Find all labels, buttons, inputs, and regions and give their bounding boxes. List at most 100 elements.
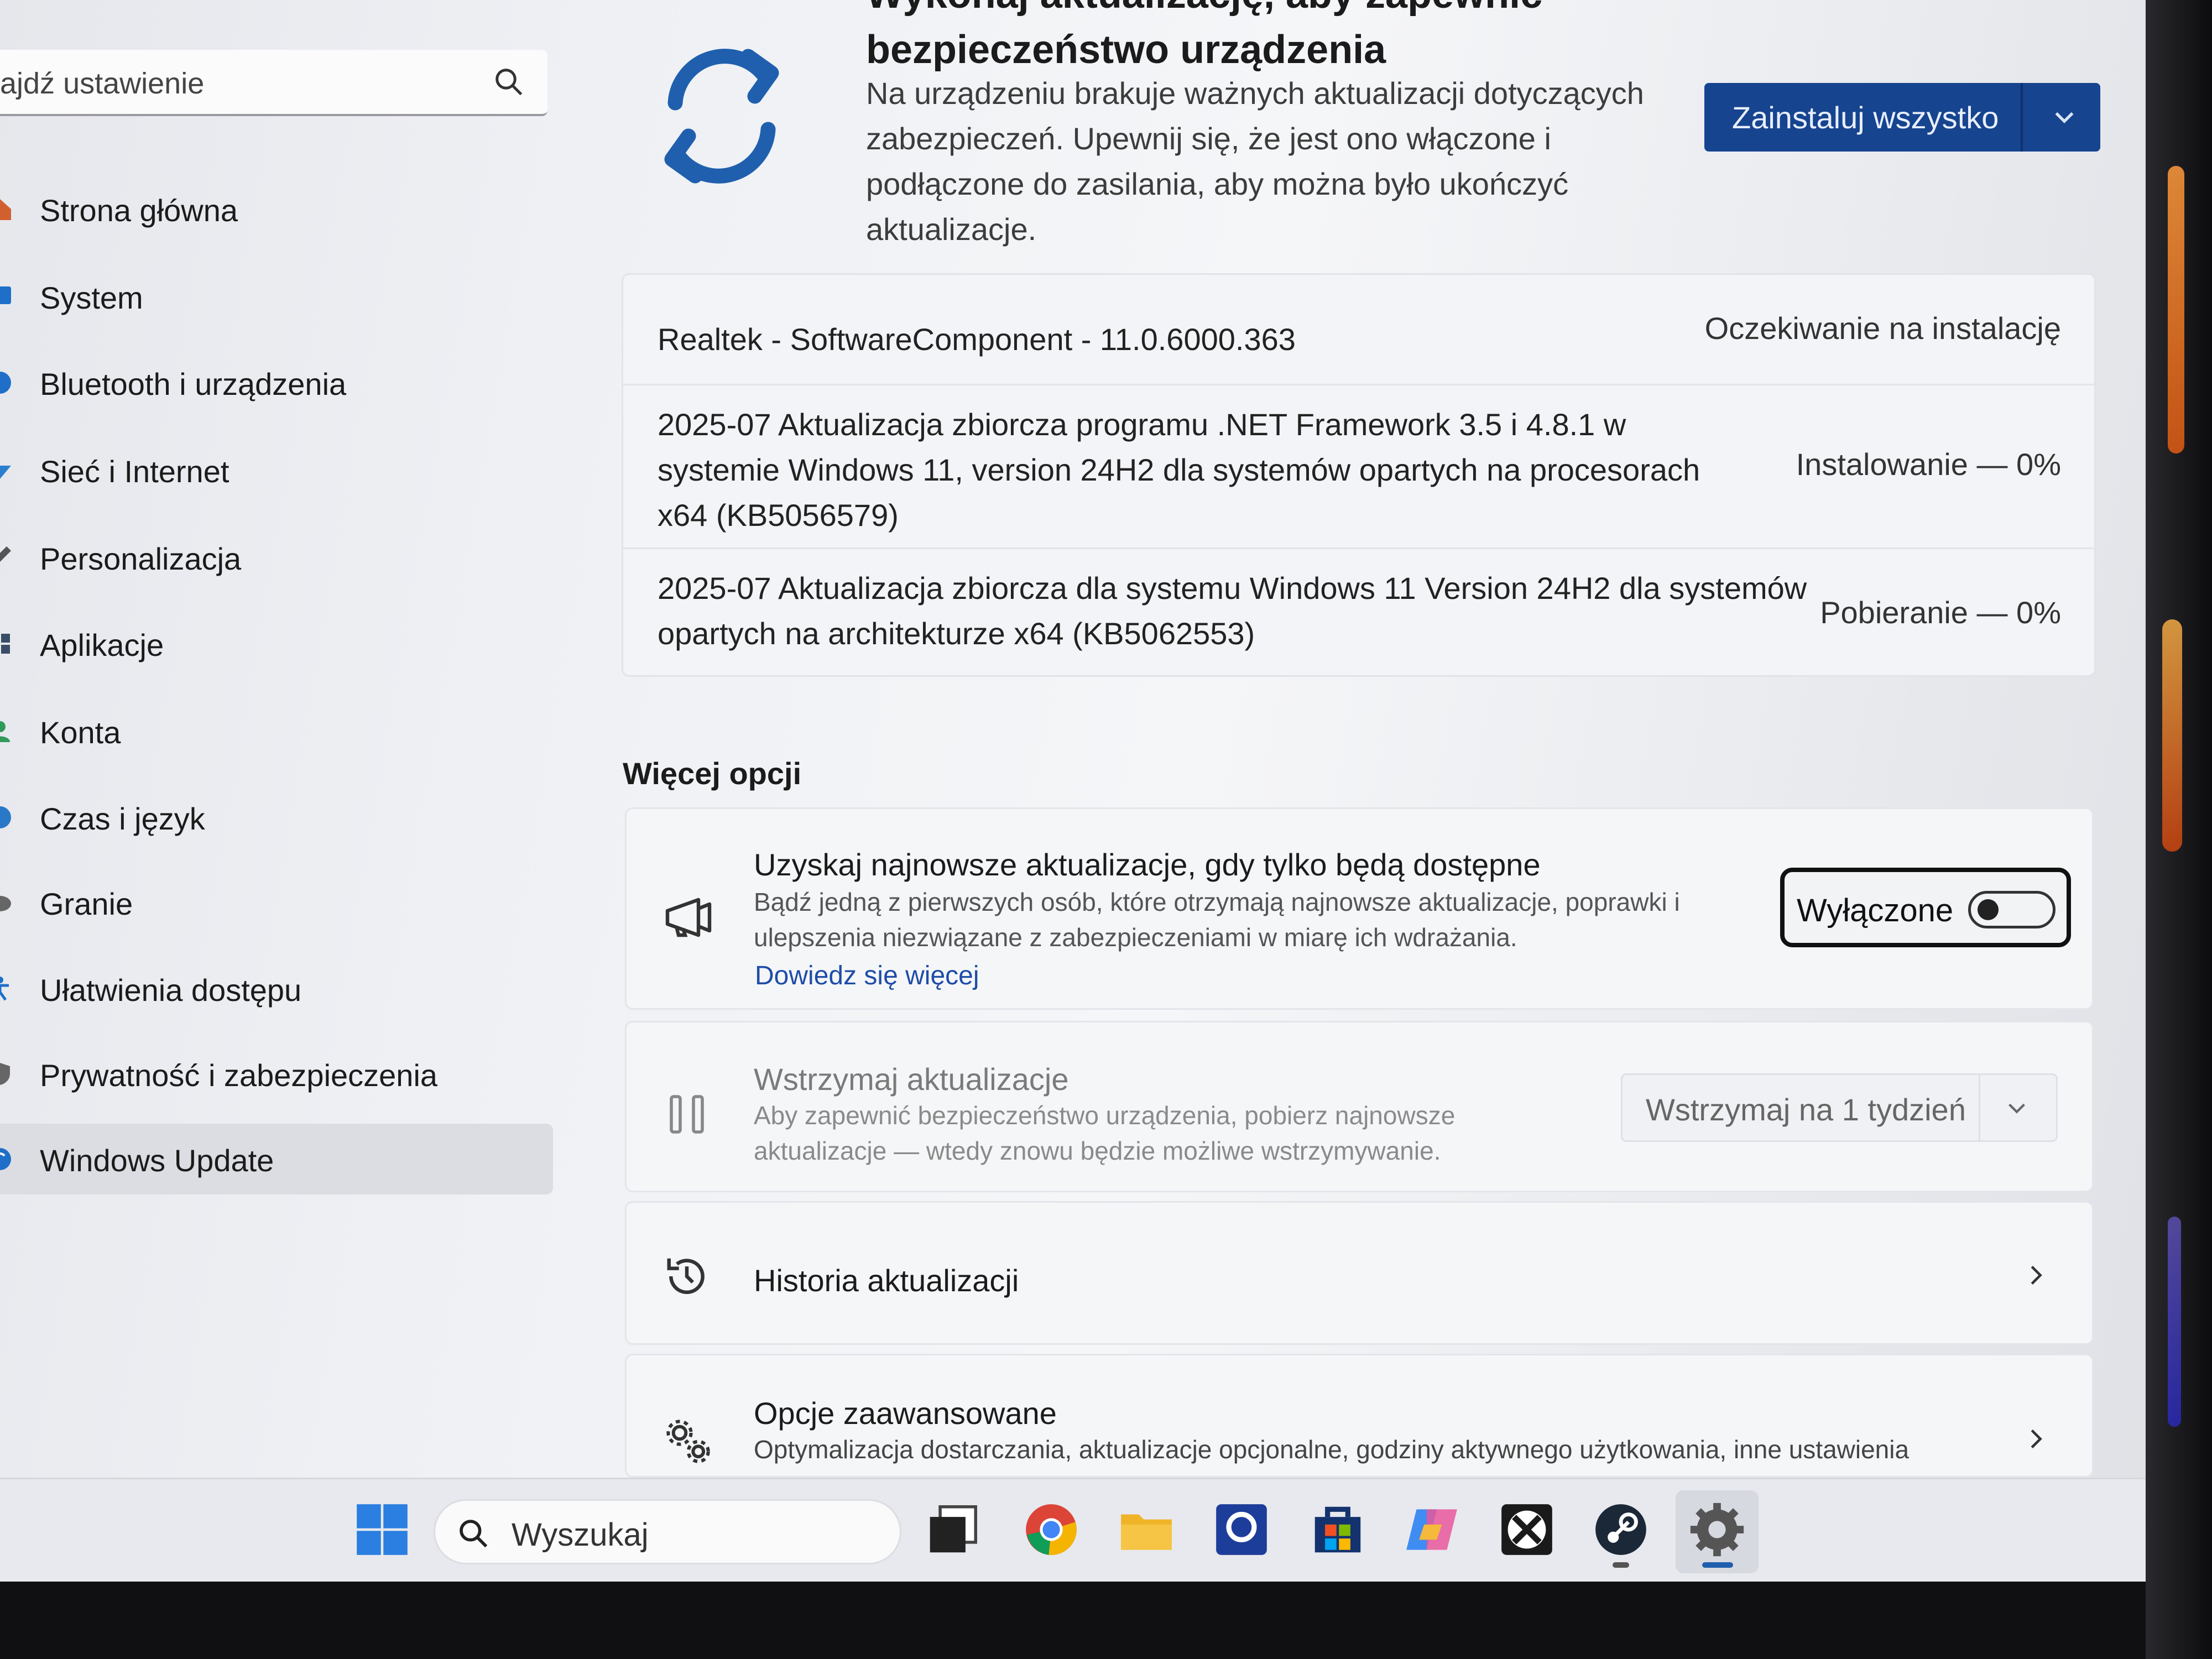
update-name: Realtek - SoftwareComponent - 11.0.6000.… xyxy=(658,322,1296,357)
page-description: Na urządzeniu brakuje ważnych aktualizac… xyxy=(866,76,1644,247)
running-indicator xyxy=(1613,1562,1629,1568)
sidebar-item-personalization[interactable]: Personalizacja xyxy=(0,522,553,593)
learn-more-link[interactable]: Dowiedz się więcej xyxy=(755,961,979,991)
sidebar-item-label: Konta xyxy=(40,715,121,750)
update-row: Realtek - SoftwareComponent - 11.0.6000.… xyxy=(623,275,2094,385)
sidebar-item-label: Aplikacje xyxy=(40,628,164,662)
latest-updates-description: Bądź jedną z pierwszych osób, które otrz… xyxy=(754,888,1680,952)
advanced-options-title: Opcje zaawansowane xyxy=(754,1396,1057,1431)
file-explorer-icon[interactable] xyxy=(1116,1499,1177,1560)
chevron-right-icon xyxy=(2031,1266,2042,1285)
monitor-bezel-right xyxy=(2146,0,2212,1659)
sidebar-item-gaming[interactable]: Granie xyxy=(0,867,553,938)
copilot-icon[interactable] xyxy=(1401,1499,1462,1560)
chrome-icon[interactable] xyxy=(1021,1499,1082,1560)
sidebar-item-label: System xyxy=(40,280,143,315)
get-latest-updates-card: Uzyskaj najnowsze aktualizacje, gdy tylk… xyxy=(625,807,2094,1010)
time-language-icon xyxy=(0,806,11,828)
gears-icon xyxy=(666,1420,710,1463)
taskbar: Wyszukaj xyxy=(0,1478,2146,1582)
monitor-bezel-bottom xyxy=(0,1582,2146,1659)
sidebar-item-label: Ułatwienia dostępu xyxy=(40,973,302,1008)
update-name: 2025-07 Aktualizacja zbiorcza programu .… xyxy=(658,407,1700,533)
steam-icon[interactable] xyxy=(1590,1499,1651,1560)
sidebar-item-label: Windows Update xyxy=(40,1143,274,1178)
chevron-right-icon xyxy=(2031,1430,2042,1448)
update-history-title: Historia aktualizacji xyxy=(754,1263,1019,1298)
microsoft-store-icon[interactable] xyxy=(1307,1499,1368,1560)
search-icon xyxy=(460,1520,488,1548)
bluetooth-icon xyxy=(0,372,11,394)
pause-updates-title: Wstrzymaj aktualizacje xyxy=(754,1062,1069,1097)
sidebar-item-system[interactable]: System xyxy=(0,261,553,332)
taskbar-search-box[interactable]: Wyszukaj xyxy=(434,1499,901,1564)
sidebar-item-label: Granie xyxy=(40,886,133,921)
chevron-down-icon[interactable] xyxy=(2051,103,2078,131)
button-divider xyxy=(2021,83,2023,152)
taskbar-search-label: Wyszukaj xyxy=(512,1517,649,1553)
pause-duration-dropdown[interactable]: Wstrzymaj na 1 tydzień xyxy=(1621,1073,2058,1142)
system-icon xyxy=(0,286,11,304)
sidebar-item-home[interactable]: Strona główna xyxy=(0,174,553,244)
sidebar-item-windows-update[interactable]: Windows Update xyxy=(0,1124,553,1194)
settings-window: ajdź ustawienie Strona główna System Blu… xyxy=(0,0,2146,1582)
sync-update-icon xyxy=(664,49,779,184)
advanced-options-description: Optymalizacja dostarczania, aktualizacje… xyxy=(754,1435,1910,1464)
settings-search-input[interactable]: ajdź ustawienie xyxy=(0,50,547,116)
toggle-switch[interactable] xyxy=(1968,891,2056,928)
ambient-light xyxy=(2162,619,2182,852)
advanced-options-card[interactable]: Opcje zaawansowane Optymalizacja dostarc… xyxy=(625,1354,2094,1478)
pause-updates-card: Wstrzymaj aktualizacje Aby zapewnić bezp… xyxy=(625,1021,2094,1192)
task-view-icon[interactable] xyxy=(922,1499,983,1560)
update-status: Instalowanie — 0% xyxy=(1796,447,2061,482)
chevron-down-icon xyxy=(2008,1103,2025,1114)
accounts-icon xyxy=(0,721,10,742)
more-options-heading: Więcej opcji xyxy=(623,756,802,791)
sidebar-item-label: Bluetooth i urządzenia xyxy=(40,367,347,401)
pause-icon xyxy=(670,1095,704,1134)
sidebar-item-privacy[interactable]: Prywatność i zabezpieczenia xyxy=(0,1039,553,1109)
app-icon[interactable] xyxy=(1211,1499,1272,1560)
settings-icon[interactable] xyxy=(1687,1499,1747,1560)
home-icon xyxy=(0,199,11,220)
dropdown-divider xyxy=(1979,1075,1980,1140)
network-icon xyxy=(0,466,11,479)
pause-updates-description: Aby zapewnić bezpieczeństwo urządzenia, … xyxy=(754,1101,1455,1165)
toggle-state-label: Wyłączone xyxy=(1797,893,1954,928)
history-icon xyxy=(667,1258,705,1295)
sidebar-item-time-language[interactable]: Czas i język xyxy=(0,782,553,853)
gaming-icon xyxy=(0,896,11,911)
sidebar-item-accessibility[interactable]: Ułatwienia dostępu xyxy=(0,953,553,1024)
update-status: Pobieranie — 0% xyxy=(1820,595,2061,630)
sidebar-item-label: Czas i język xyxy=(40,801,205,836)
ambient-light xyxy=(2168,1217,2181,1427)
page-title-line2: bezpieczeństwo urządzenia xyxy=(866,28,1386,72)
sidebar-item-bluetooth[interactable]: Bluetooth i urządzenia xyxy=(0,347,553,418)
latest-updates-title: Uzyskaj najnowsze aktualizacje, gdy tylk… xyxy=(754,847,1541,882)
xbox-icon[interactable] xyxy=(1496,1499,1557,1560)
accessibility-icon xyxy=(0,977,9,1001)
settings-search-placeholder: ajdź ustawienie xyxy=(0,67,205,100)
sidebar-item-apps[interactable]: Aplikacje xyxy=(0,608,553,679)
sidebar-item-label: Personalizacja xyxy=(40,541,242,576)
install-all-button[interactable]: Zainstaluj wszystko xyxy=(1704,83,2100,152)
sidebar-item-network[interactable]: Sieć i Internet xyxy=(0,435,553,505)
update-row: 2025-07 Aktualizacja zbiorcza dla system… xyxy=(623,549,2094,676)
page-title-line1: Wykonaj aktualizację, aby zapewnić xyxy=(866,0,1695,22)
privacy-shield-icon xyxy=(0,1063,10,1085)
personalization-icon xyxy=(0,546,11,562)
megaphone-icon xyxy=(665,898,712,937)
update-history-card[interactable]: Historia aktualizacji xyxy=(625,1201,2094,1345)
windows-update-icon xyxy=(0,1148,11,1170)
sidebar-item-label: Sieć i Internet xyxy=(40,454,229,489)
pause-duration-value: Wstrzymaj na 1 tydzień xyxy=(1646,1092,1966,1127)
sidebar-item-label: Strona główna xyxy=(40,193,238,228)
sidebar-item-accounts[interactable]: Konta xyxy=(0,696,553,766)
install-all-label: Zainstaluj wszystko xyxy=(1732,100,1999,135)
apps-icon xyxy=(1,634,10,654)
search-icon xyxy=(495,69,523,96)
update-name: 2025-07 Aktualizacja zbiorcza dla system… xyxy=(658,571,1807,651)
latest-updates-toggle[interactable]: Wyłączone xyxy=(1780,868,2071,947)
sidebar-item-label: Prywatność i zabezpieczenia xyxy=(40,1058,438,1093)
start-icon[interactable] xyxy=(352,1499,413,1560)
